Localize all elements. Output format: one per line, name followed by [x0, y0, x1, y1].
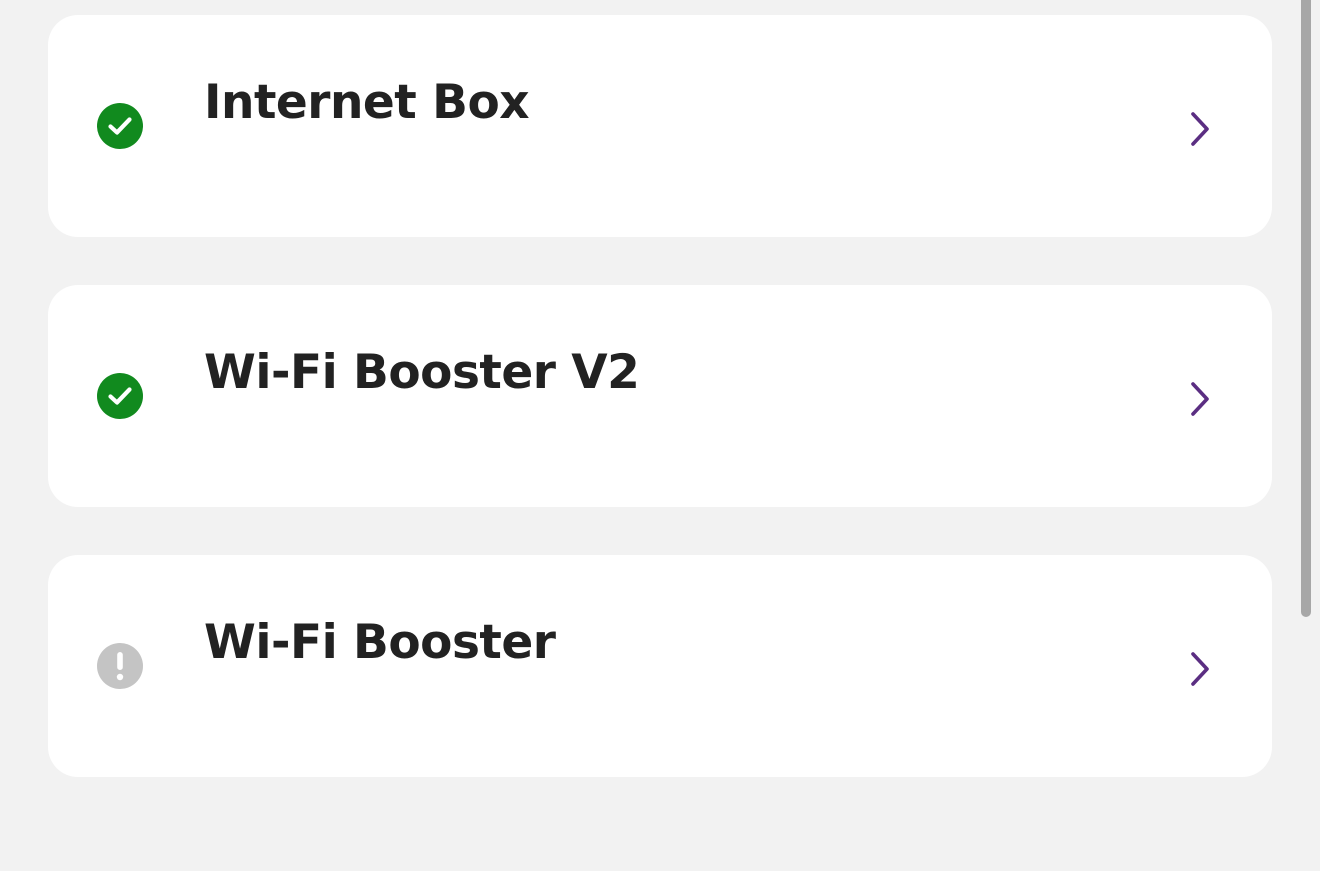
scrollbar-thumb[interactable]: [1301, 0, 1311, 617]
chevron-right-icon[interactable]: [1186, 651, 1214, 687]
device-name: Wi-Fi Booster V2: [204, 345, 640, 400]
check-circle-icon: [97, 103, 143, 149]
exclamation-circle-icon: [97, 643, 143, 689]
device-card-wifi-booster[interactable]: Wi-Fi Booster: [48, 555, 1272, 777]
chevron-right-icon[interactable]: [1186, 111, 1214, 147]
device-card-wifi-booster-v2[interactable]: Wi-Fi Booster V2: [48, 285, 1272, 507]
device-name: Internet Box: [204, 75, 530, 130]
chevron-right-icon[interactable]: [1186, 381, 1214, 417]
device-name: Wi-Fi Booster: [204, 615, 556, 670]
device-card-internet-box[interactable]: Internet Box: [48, 15, 1272, 237]
check-circle-icon: [97, 373, 143, 419]
